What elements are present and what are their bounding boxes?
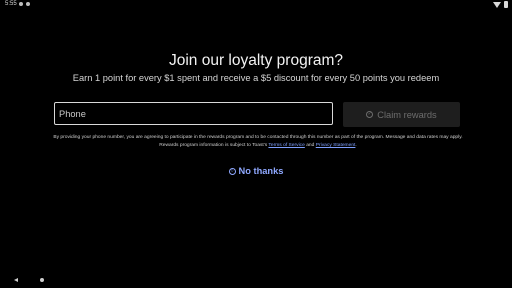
status-indicators	[493, 1, 508, 8]
privacy-statement-link[interactable]: Privacy Statement	[316, 143, 356, 148]
disclaimer-text: By providing your phone number, you are …	[52, 134, 464, 150]
terms-of-service-link[interactable]: Terms of Service	[268, 143, 304, 148]
wifi-icon	[493, 1, 501, 8]
disclaimer-and: and	[304, 143, 316, 148]
dialog-subtitle: Earn 1 point for every $1 spent and rece…	[72, 73, 440, 83]
dismiss-icon: ○	[228, 167, 236, 175]
status-time: 5:55	[5, 1, 17, 7]
claim-rewards-label: Claim rewards	[377, 109, 437, 120]
notification-icon	[26, 2, 30, 6]
phone-input[interactable]	[55, 103, 332, 124]
phone-field[interactable]	[54, 102, 333, 125]
battery-icon	[504, 1, 508, 8]
notification-icon	[19, 2, 23, 6]
disclaimer-body: By providing your phone number, you are …	[53, 135, 463, 148]
back-icon[interactable]	[14, 278, 18, 282]
no-thanks-label: No thanks	[238, 166, 284, 176]
status-bar: 5:55	[0, 0, 512, 11]
dialog-title: Join our loyalty program?	[168, 52, 344, 69]
no-thanks-button[interactable]: ○ No thanks	[0, 166, 512, 176]
claim-rewards-button[interactable]: ✓ Claim rewards	[343, 102, 460, 127]
rewards-icon: ✓	[366, 111, 374, 118]
home-icon[interactable]	[40, 278, 44, 282]
status-notifications	[19, 2, 30, 6]
navigation-bar	[0, 274, 512, 288]
disclaimer-end: .	[355, 143, 357, 148]
